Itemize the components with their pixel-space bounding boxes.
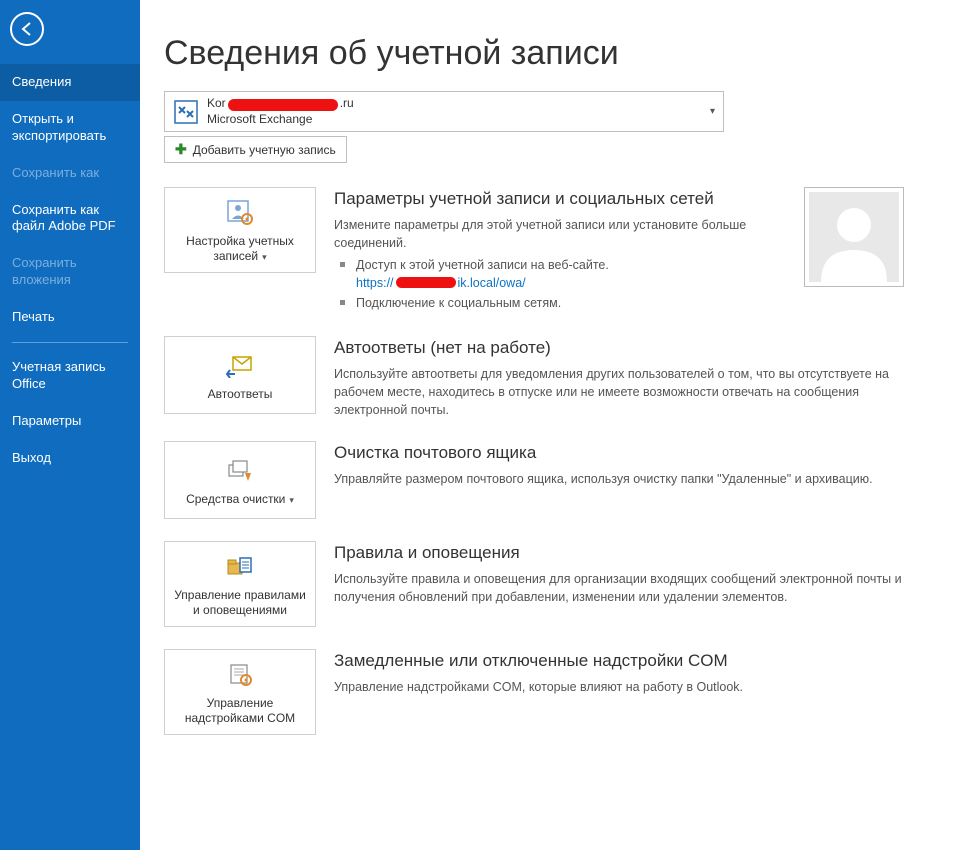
sidebar-item-open-export[interactable]: Открыть и экспортировать bbox=[0, 101, 140, 155]
redacted-email bbox=[228, 99, 338, 111]
account-email-prefix: Kor bbox=[207, 96, 226, 112]
bullet-social: Подключение к социальным сетям. bbox=[334, 294, 792, 312]
account-settings-tile-label: Настройка учетных записей bbox=[186, 234, 294, 263]
account-email-suffix: .ru bbox=[340, 96, 354, 112]
add-account-label: Добавить учетную запись bbox=[193, 143, 336, 157]
sidebar-item-print[interactable]: Печать bbox=[0, 299, 140, 336]
addins-button[interactable]: Управление надстройками COM bbox=[164, 649, 316, 735]
addins-icon bbox=[225, 660, 255, 690]
account-settings-title: Параметры учетной записи и социальных се… bbox=[334, 187, 792, 212]
back-button[interactable] bbox=[10, 12, 44, 46]
cleanup-desc: Управляйте размером почтового ящика, исп… bbox=[334, 470, 904, 488]
account-settings-icon bbox=[225, 198, 255, 228]
cleanup-title: Очистка почтового ящика bbox=[334, 441, 904, 466]
rules-tile-label: Управление правилами и оповещениями bbox=[171, 588, 309, 618]
section-autoreply: Автоответы Автоответы (нет на работе) Ис… bbox=[164, 336, 904, 419]
bullet-owa: Доступ к этой учетной записи на веб-сайт… bbox=[334, 256, 792, 292]
owa-link[interactable]: https://ik.local/owa/ bbox=[356, 276, 526, 290]
rules-button[interactable]: Управление правилами и оповещениями bbox=[164, 541, 316, 627]
exchange-icon bbox=[173, 99, 199, 125]
sidebar-item-info[interactable]: Сведения bbox=[0, 64, 140, 101]
section-cleanup: Средства очистки ▾ Очистка почтового ящик… bbox=[164, 441, 904, 519]
autoreply-icon bbox=[225, 351, 255, 381]
cleanup-tile-label: Средства очистки bbox=[186, 492, 285, 506]
section-rules: Управление правилами и оповещениями Прав… bbox=[164, 541, 904, 627]
sidebar-item-save-attachments: Сохранить вложения bbox=[0, 245, 140, 299]
sidebar-item-options[interactable]: Параметры bbox=[0, 403, 140, 440]
addins-title: Замедленные или отключенные надстройки C… bbox=[334, 649, 904, 674]
section-addins: Управление надстройками COM Замедленные … bbox=[164, 649, 904, 735]
cleanup-button[interactable]: Средства очистки ▾ bbox=[164, 441, 316, 519]
rules-icon bbox=[225, 552, 255, 582]
account-text: Kor .ru Microsoft Exchange bbox=[207, 96, 354, 127]
account-settings-button[interactable]: Настройка учетных записей▾ bbox=[164, 187, 316, 273]
arrow-left-icon bbox=[19, 21, 35, 37]
account-selector[interactable]: Kor .ru Microsoft Exchange ▾ bbox=[164, 91, 724, 132]
dropdown-icon: ▾ bbox=[262, 252, 267, 262]
page-title: Сведения об учетной записи bbox=[164, 34, 904, 73]
sidebar-item-exit[interactable]: Выход bbox=[0, 440, 140, 477]
account-type: Microsoft Exchange bbox=[207, 112, 354, 128]
account-avatar bbox=[804, 187, 904, 287]
add-account-button[interactable]: ✚ Добавить учетную запись bbox=[164, 136, 347, 163]
sidebar-item-save-as: Сохранить как bbox=[0, 155, 140, 192]
rules-desc: Используйте правила и оповещения для орг… bbox=[334, 570, 904, 606]
dropdown-icon: ▾ bbox=[289, 495, 294, 505]
autoreply-button[interactable]: Автоответы bbox=[164, 336, 316, 414]
addins-tile-label: Управление надстройками COM bbox=[171, 696, 309, 726]
autoreply-tile-label: Автоответы bbox=[208, 387, 273, 402]
section-account-settings: Настройка учетных записей▾ Параметры уче… bbox=[164, 187, 904, 314]
addins-desc: Управление надстройками COM, которые вли… bbox=[334, 678, 904, 696]
sidebar-item-office-account[interactable]: Учетная запись Office bbox=[0, 349, 140, 403]
chevron-down-icon: ▾ bbox=[710, 106, 715, 117]
main-content: Сведения об учетной записи Kor .ru Micro… bbox=[140, 0, 954, 850]
cleanup-icon bbox=[225, 456, 255, 486]
sidebar-divider bbox=[12, 342, 128, 343]
autoreply-desc: Используйте автоответы для уведомления д… bbox=[334, 365, 904, 419]
rules-title: Правила и оповещения bbox=[334, 541, 904, 566]
sidebar-item-save-as-pdf[interactable]: Сохранить как файл Adobe PDF bbox=[0, 192, 140, 246]
autoreply-title: Автоответы (нет на работе) bbox=[334, 336, 904, 361]
plus-icon: ✚ bbox=[175, 141, 187, 158]
account-settings-desc: Измените параметры для этой учетной запи… bbox=[334, 216, 792, 252]
backstage-sidebar: Сведения Открыть и экспортировать Сохран… bbox=[0, 0, 140, 850]
